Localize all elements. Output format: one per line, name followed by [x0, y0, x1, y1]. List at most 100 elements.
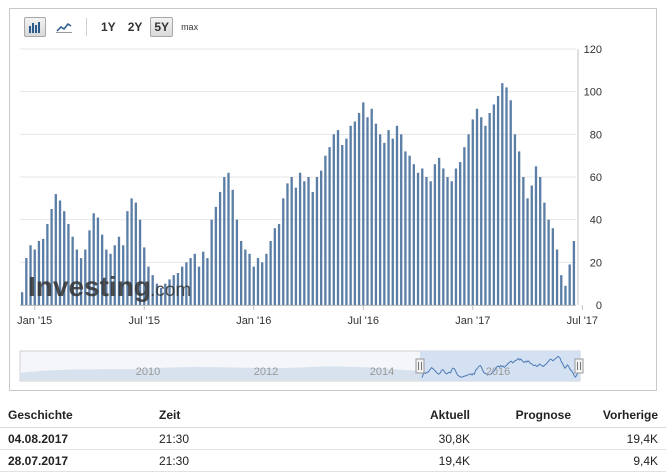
bar — [366, 117, 369, 306]
y-tick-label: 0 — [596, 300, 602, 312]
navigator-left-handle[interactable] — [415, 358, 425, 374]
bar — [395, 125, 399, 305]
bar — [539, 177, 542, 305]
navigator[interactable]: 2010 2012 2014 2016 — [19, 350, 584, 382]
y-tick-label: 60 — [590, 172, 602, 184]
bar — [471, 119, 474, 306]
bar — [277, 223, 281, 305]
bar — [543, 202, 546, 305]
bar — [223, 177, 226, 305]
bar — [370, 108, 373, 305]
bar — [298, 172, 302, 305]
history-table: Geschichte Zeit Aktuell Prognose Vorheri… — [0, 403, 666, 472]
bar — [303, 181, 306, 305]
bar — [480, 117, 483, 306]
bar — [332, 134, 335, 305]
bar — [505, 87, 508, 306]
bar — [450, 181, 453, 305]
y-tick-label: 100 — [584, 87, 602, 99]
table-row: 04.08.2017 21:30 30,8K 19,4K — [0, 427, 666, 450]
bar — [488, 113, 491, 305]
bar — [459, 162, 462, 305]
navigator-year-label: 2012 — [254, 366, 278, 378]
x-tick-label: Jan '16 — [236, 315, 271, 327]
row-time: 21:30 — [151, 449, 317, 472]
bar — [437, 157, 441, 305]
bar — [239, 241, 243, 305]
bar — [353, 121, 357, 305]
row-forecast — [478, 449, 579, 472]
bar — [311, 191, 314, 305]
navigator-right-handle[interactable] — [574, 358, 584, 374]
bar — [387, 130, 390, 305]
bar — [294, 187, 298, 305]
col-previous-header: Vorherige — [579, 403, 666, 428]
bar — [454, 168, 458, 305]
bar — [467, 134, 470, 305]
investing-watermark-suffix: .com — [150, 280, 191, 301]
table-row: 28.07.2017 21:30 19,4K 9,4K — [0, 449, 666, 472]
bar — [416, 172, 420, 305]
navigator-year-label: 2016 — [486, 366, 510, 378]
bar — [214, 206, 218, 305]
bar — [568, 264, 571, 305]
bar — [324, 155, 327, 305]
row-date: 28.07.2017 — [0, 449, 151, 472]
bar — [378, 134, 382, 305]
bar — [534, 166, 538, 305]
bar — [530, 185, 533, 305]
bar — [572, 241, 576, 305]
bar — [206, 258, 209, 305]
bar — [261, 262, 264, 305]
bar — [218, 191, 222, 305]
bar — [320, 170, 323, 305]
bar — [400, 134, 403, 305]
bar — [383, 142, 386, 305]
bar — [408, 155, 411, 305]
bar — [526, 198, 529, 305]
col-date-header: Geschichte — [0, 403, 151, 428]
row-date: 04.08.2017 — [0, 427, 151, 450]
navigator-year-label: 2014 — [370, 366, 394, 378]
bar — [235, 219, 239, 305]
bar — [345, 138, 348, 305]
bar — [197, 266, 201, 305]
bar — [307, 177, 310, 305]
bar — [492, 104, 496, 305]
bar — [256, 258, 260, 305]
bar — [551, 228, 554, 305]
bar — [269, 241, 272, 305]
bar — [290, 177, 293, 305]
bar — [282, 198, 285, 305]
row-forecast — [478, 427, 579, 450]
bar — [244, 249, 247, 305]
bar — [509, 100, 512, 305]
row-time: 21:30 — [151, 427, 317, 450]
y-tick-label: 20 — [590, 257, 602, 269]
bar — [231, 189, 234, 305]
col-actual-header: Aktuell — [317, 403, 478, 428]
bar — [336, 130, 340, 305]
bar — [475, 108, 479, 305]
x-tick-label: Jul '17 — [567, 315, 598, 327]
col-forecast-header: Prognose — [478, 403, 579, 428]
bar — [433, 164, 437, 305]
bar — [496, 95, 500, 306]
bar — [315, 177, 319, 305]
bar — [252, 266, 255, 305]
bar — [522, 177, 525, 305]
col-time-header: Zeit — [151, 403, 317, 428]
bar — [202, 251, 205, 305]
bar — [349, 125, 352, 305]
bar — [404, 151, 407, 305]
bar — [357, 113, 361, 305]
bar — [547, 219, 550, 305]
y-tick-label: 120 — [584, 44, 602, 56]
bar — [248, 253, 251, 305]
row-previous: 9,4K — [579, 449, 666, 472]
bar — [374, 123, 378, 305]
navigator-year-label: 2010 — [136, 366, 160, 378]
x-tick-label: Jan '17 — [455, 315, 490, 327]
bar — [341, 145, 344, 305]
bar — [227, 172, 230, 305]
